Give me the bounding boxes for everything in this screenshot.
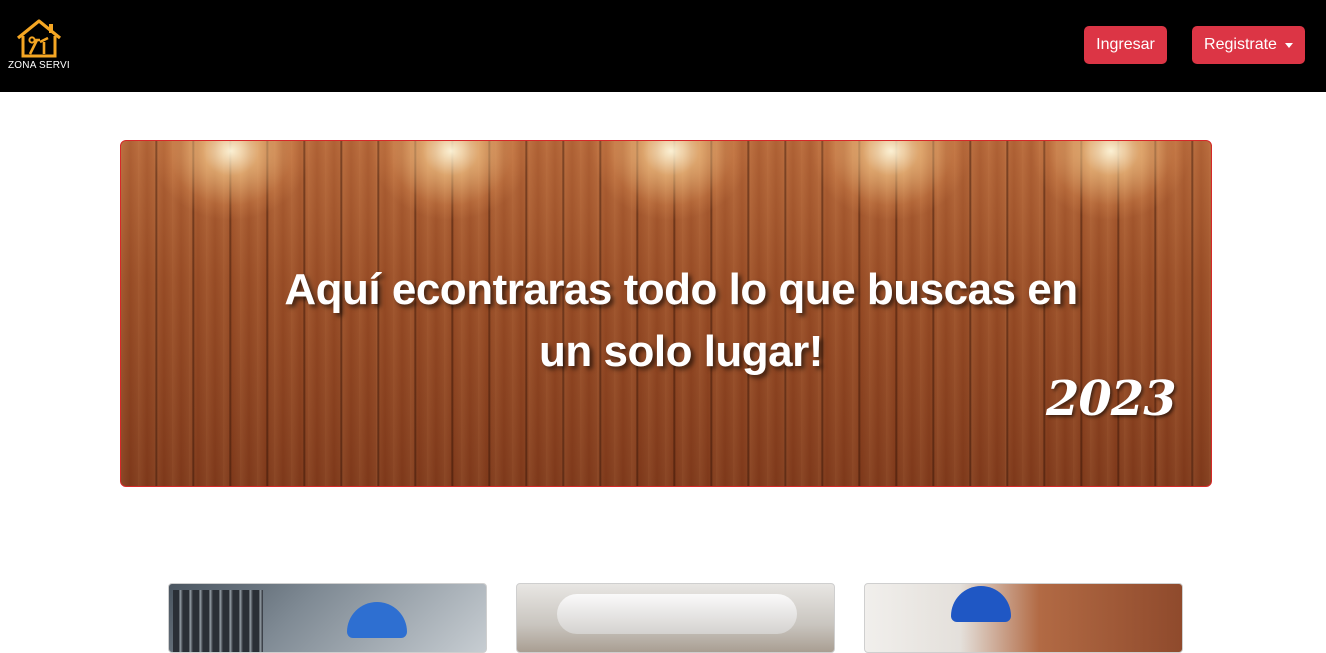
service-card-electrician[interactable] bbox=[168, 583, 487, 653]
spotlight bbox=[811, 141, 971, 221]
spotlight bbox=[591, 141, 751, 221]
service-card-mason[interactable] bbox=[864, 583, 1183, 653]
register-label: Registrate bbox=[1204, 36, 1277, 53]
login-button[interactable]: Ingresar bbox=[1084, 26, 1167, 64]
spotlight bbox=[151, 141, 311, 221]
hero-headline: Aquí econtraras todo lo que buscas en un… bbox=[121, 259, 1211, 383]
spotlight bbox=[371, 141, 531, 221]
pipe-graphic bbox=[557, 594, 797, 634]
brand-logo[interactable]: ZONA SERVI bbox=[6, 18, 72, 74]
brand-name: ZONA SERVI bbox=[8, 60, 70, 71]
hero-year: 2023 bbox=[1046, 371, 1177, 427]
caret-down-icon bbox=[1284, 43, 1293, 48]
hero-headline-line-1: Aquí econtraras todo lo que buscas en bbox=[284, 265, 1078, 314]
service-card-plumber[interactable] bbox=[516, 583, 835, 653]
spotlight bbox=[1031, 141, 1191, 221]
register-dropdown-button[interactable]: Registrate bbox=[1192, 26, 1305, 64]
top-navbar: ZONA SERVI Ingresar Registrate bbox=[0, 0, 1326, 92]
helmet-graphic bbox=[951, 586, 1011, 622]
hero-banner: Aquí econtraras todo lo que buscas en un… bbox=[120, 140, 1212, 487]
house-tools-icon bbox=[16, 19, 62, 58]
helmet-graphic bbox=[347, 602, 407, 638]
